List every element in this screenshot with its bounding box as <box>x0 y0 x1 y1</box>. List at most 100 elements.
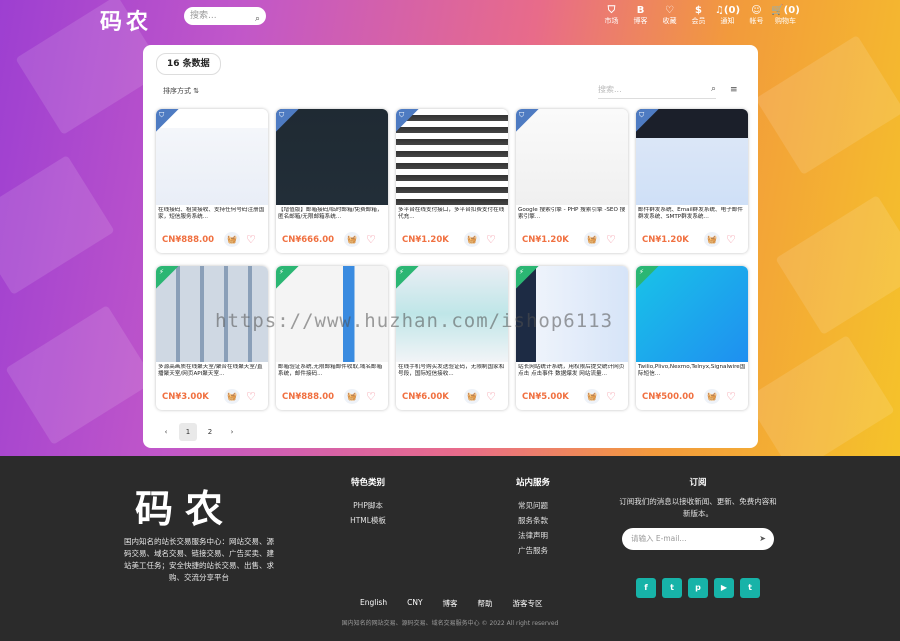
product-card[interactable]: ⚡ Twilio,Plivo,Nexmo,Telnyx,Signalwire国际短… <box>636 266 748 410</box>
nav-item-1[interactable]: B 博客 <box>626 5 655 26</box>
pinterest-icon[interactable]: p <box>688 578 708 598</box>
header-nav: ⛉ 市场 B 博客 ♡ 收藏 $ 会员 ♫(0) 通知 ☺ 帐号 🛒(0) 购物车 <box>597 5 800 26</box>
product-description[interactable]: Twilio,Plivo,Nexmo,Telnyx,Signalwire国际短信… <box>638 364 746 386</box>
nav-item-6[interactable]: 🛒(0) 购物车 <box>771 5 800 26</box>
result-count-badge: 16 条数据 <box>156 53 221 75</box>
tag-icon: ⛉ <box>159 111 165 119</box>
page-button-1[interactable]: 1 <box>179 423 197 441</box>
favorite-icon[interactable]: ♡ <box>606 233 616 246</box>
favorite-icon[interactable]: ♡ <box>246 390 256 403</box>
currency-link[interactable]: CNY <box>407 598 422 609</box>
nav-item-2[interactable]: ♡ 收藏 <box>655 5 684 26</box>
product-card[interactable]: ⛉ 在线接码、租赁接收、支持任何号码注册国家，短信服务系统... CN¥888.00… <box>156 109 268 253</box>
add-to-cart-icon[interactable]: 🧺 <box>344 389 360 404</box>
nav-item-0[interactable]: ⛉ 市场 <box>597 5 626 26</box>
prev-page-button[interactable]: ‹ <box>157 423 175 441</box>
header-search-input[interactable]: 搜索... ⌕ <box>184 7 266 25</box>
footer-category-title: 特色类别 <box>350 478 385 488</box>
favorite-icon[interactable]: ♡ <box>726 390 736 403</box>
product-thumbnail[interactable] <box>276 109 388 205</box>
product-description[interactable]: 邮件群发系统、Email群发系统、电子邮件群发系统、SMTP群发系统... <box>638 207 746 229</box>
favorite-icon[interactable]: ♡ <box>486 390 496 403</box>
nav-item-4[interactable]: ♫(0) 通知 <box>713 5 742 26</box>
youtube-icon[interactable]: ▶ <box>714 578 734 598</box>
email-input[interactable]: 请输入 E-mail... ➤ <box>622 528 774 550</box>
nav-item-3[interactable]: $ 会员 <box>684 5 713 26</box>
footer-service-title: 站内服务 <box>515 478 550 488</box>
product-card[interactable]: ⛉ 邮件群发系统、Email群发系统、电子邮件群发系统、SMTP群发系统... CN… <box>636 109 748 253</box>
page-button-2[interactable]: 2 <box>201 423 219 441</box>
add-to-cart-icon[interactable]: 🧺 <box>224 232 240 247</box>
product-thumbnail[interactable] <box>636 266 748 362</box>
twitter-icon[interactable]: t <box>662 578 682 598</box>
product-thumbnail[interactable] <box>516 109 628 205</box>
product-description[interactable]: 邮箱验证系统,无限邮箱邮件收取,域名邮箱系统，邮件接码... <box>278 364 386 386</box>
product-description[interactable]: 站长网站统计系统，用权限后提交统计网页点击 点击事件 数据爆发 网站流量... <box>518 364 626 386</box>
product-card[interactable]: ⚡ 在线手机号购买发送验证码，无限制国家和号段，国际短信接收... CN¥6.00K… <box>396 266 508 410</box>
blog-link[interactable]: 博客 <box>443 598 458 609</box>
footer-link-html[interactable]: HTML模板 <box>323 513 413 528</box>
favorite-icon[interactable]: ♡ <box>486 233 496 246</box>
next-page-button[interactable]: › <box>223 423 241 441</box>
add-to-cart-icon[interactable]: 🧺 <box>464 232 480 247</box>
add-to-cart-icon[interactable]: 🧺 <box>584 232 600 247</box>
product-description[interactable]: 多平台在线支付接口，多平台扣费支付在线代充... <box>398 207 506 229</box>
guest-link[interactable]: 游客专区 <box>513 598 543 609</box>
language-link[interactable]: English <box>360 598 387 609</box>
nav-item-label: 博客 <box>633 17 648 25</box>
footer-link-legal[interactable]: 法律声明 <box>488 528 578 543</box>
favorite-icon[interactable]: ♡ <box>606 390 616 403</box>
product-card[interactable]: ⛉ 多平台在线支付接口，多平台扣费支付在线代充... CN¥1.20K 🧺 ♡ <box>396 109 508 253</box>
footer-link-faq[interactable]: 常见问题 <box>488 498 578 513</box>
tag-icon: ⛉ <box>279 111 285 119</box>
product-card[interactable]: ⚡ 邮箱验证系统,无限邮箱邮件收取,域名邮箱系统，邮件接码... CN¥888.00… <box>276 266 388 410</box>
nav-item-label: 通知 <box>720 17 735 25</box>
search-placeholder: 搜索... <box>190 11 217 21</box>
sort-dropdown[interactable]: 排序方式 ⇅ <box>163 86 199 96</box>
tag-icon: ⛉ <box>519 111 525 119</box>
add-to-cart-icon[interactable]: 🧺 <box>344 232 360 247</box>
product-description[interactable]: 在线手机号购买发送验证码，无限制国家和号段，国际短信接收... <box>398 364 506 386</box>
favorite-icon[interactable]: ♡ <box>366 233 376 246</box>
tumblr-icon[interactable]: t <box>740 578 760 598</box>
footer-about-text: 国内知名的站长交易服务中心：网站交易、源码交易、域名交易、链接交易、广告买卖、建… <box>124 537 274 582</box>
footer-link-terms[interactable]: 服务条款 <box>488 513 578 528</box>
facebook-icon[interactable]: f <box>636 578 656 598</box>
product-card[interactable]: ⛉ 【增值版】邮箱接码/临时邮箱/免费邮箱，匿名邮箱/无限邮箱系统... CN¥66… <box>276 109 388 253</box>
favorite-icon[interactable]: ♡ <box>246 233 256 246</box>
listing-search-input[interactable]: 搜索... ⌕ <box>598 84 716 99</box>
favorite-icon[interactable]: ♡ <box>366 390 376 403</box>
add-to-cart-icon[interactable]: 🧺 <box>464 389 480 404</box>
product-thumbnail[interactable] <box>636 109 748 205</box>
product-price: CN¥500.00 <box>642 392 695 402</box>
search-icon[interactable]: ⌕ <box>255 10 260 28</box>
help-link[interactable]: 帮助 <box>478 598 493 609</box>
bolt-icon: ⚡ <box>279 268 284 276</box>
send-icon[interactable]: ➤ <box>759 528 766 550</box>
product-thumbnail[interactable] <box>156 109 268 205</box>
add-to-cart-icon[interactable]: 🧺 <box>224 389 240 404</box>
add-to-cart-icon[interactable]: 🧺 <box>584 389 600 404</box>
product-description[interactable]: 【增值版】邮箱接码/临时邮箱/免费邮箱，匿名邮箱/无限邮箱系统... <box>278 207 386 229</box>
nav-item-label: 购物车 <box>775 17 796 25</box>
favorite-icon[interactable]: ♡ <box>726 233 736 246</box>
watermark-text: https://www.huzhan.com/ishop6113 <box>215 310 614 332</box>
product-card[interactable]: ⚡ 站长网站统计系统，用权限后提交统计网页点击 点击事件 数据爆发 网站流量...… <box>516 266 628 410</box>
product-description[interactable]: 在线接码、租赁接收、支持任何号码注册国家，短信服务系统... <box>158 207 266 229</box>
nav-item-5[interactable]: ☺ 帐号 <box>742 5 771 26</box>
product-description[interactable]: Google 搜索引擎 - PHP 搜索引擎 -SEO 搜索引擎... <box>518 207 626 229</box>
list-view-icon[interactable]: ≡ <box>730 85 738 95</box>
add-to-cart-icon[interactable]: 🧺 <box>704 232 720 247</box>
product-price: CN¥6.00K <box>402 392 449 402</box>
site-logo[interactable]: 码农 <box>100 4 152 36</box>
footer-link-ads[interactable]: 广告服务 <box>488 543 578 558</box>
add-to-cart-icon[interactable]: 🧺 <box>704 389 720 404</box>
product-thumbnail[interactable] <box>396 109 508 205</box>
product-card[interactable]: ⚡ 多源高画质在线聚天室/聚合在线聚天室/直播聚天室/网页API聚天室... CN¥… <box>156 266 268 410</box>
product-description[interactable]: 多源高画质在线聚天室/聚合在线聚天室/直播聚天室/网页API聚天室... <box>158 364 266 386</box>
footer-link-php[interactable]: PHP脚本 <box>323 498 413 513</box>
cart-icon: 🛒(0) <box>771 5 800 16</box>
product-card[interactable]: ⛉ Google 搜索引擎 - PHP 搜索引擎 -SEO 搜索引擎... CN¥1… <box>516 109 628 253</box>
search-icon[interactable]: ⌕ <box>711 84 716 94</box>
product-price: CN¥3.00K <box>162 392 209 402</box>
